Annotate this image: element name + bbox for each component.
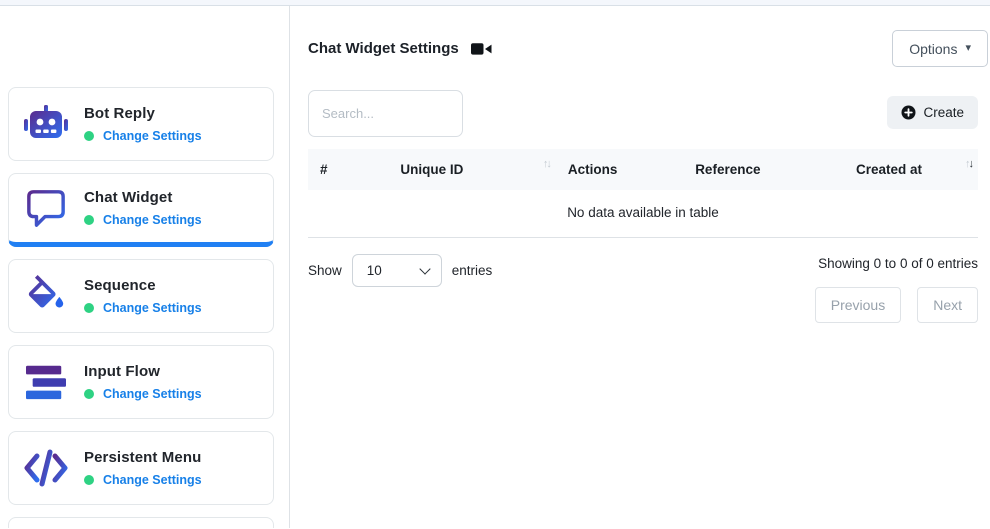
sidebar-item-label: Sequence bbox=[84, 277, 202, 294]
show-label: Show bbox=[308, 263, 342, 278]
sidebar-item-sequence[interactable]: Sequence Change Settings bbox=[8, 259, 274, 333]
page-title: Chat Widget Settings bbox=[308, 40, 459, 57]
column-header-unique-id[interactable]: Unique ID ↑↓ bbox=[388, 149, 556, 190]
page-size-select[interactable]: 10 bbox=[352, 254, 442, 287]
sidebar-item-chat-widget[interactable]: Chat Widget Change Settings bbox=[8, 173, 274, 247]
robot-icon bbox=[23, 104, 69, 144]
empty-message: No data available in table bbox=[308, 190, 978, 238]
sidebar-item-label: Input Flow bbox=[84, 363, 202, 380]
sidebar-item-input-flow[interactable]: Input Flow Change Settings bbox=[8, 345, 274, 419]
change-settings-link[interactable]: Change Settings bbox=[103, 213, 202, 227]
sidebar-item-label: Persistent Menu bbox=[84, 449, 202, 466]
search-input[interactable] bbox=[308, 90, 463, 137]
sidebar-item-label: Chat Widget bbox=[84, 189, 202, 206]
sidebar-item-partial[interactable] bbox=[8, 517, 274, 528]
video-camera-icon bbox=[471, 42, 492, 56]
table-header-row: # Unique ID ↑↓ Actions Reference bbox=[308, 149, 978, 190]
create-button[interactable]: Create bbox=[887, 96, 978, 129]
change-settings-link[interactable]: Change Settings bbox=[103, 301, 202, 315]
sort-icon[interactable]: ↑↓ bbox=[965, 158, 972, 170]
entries-label: entries bbox=[452, 263, 493, 278]
change-settings-link[interactable]: Change Settings bbox=[103, 473, 202, 487]
data-table: # Unique ID ↑↓ Actions Reference bbox=[308, 149, 978, 238]
status-dot bbox=[84, 131, 94, 141]
column-header-index[interactable]: # bbox=[308, 149, 388, 190]
list-bars-icon bbox=[23, 362, 69, 402]
settings-sidebar: Bot Reply Change Settings bbox=[0, 6, 290, 528]
code-icon bbox=[23, 448, 69, 488]
main-content: Chat Widget Settings Options ▾ bbox=[290, 6, 990, 528]
caret-down-icon: ▾ bbox=[965, 43, 971, 54]
options-button[interactable]: Options ▾ bbox=[892, 30, 988, 67]
sidebar-item-label: Bot Reply bbox=[84, 105, 202, 122]
logo-area bbox=[0, 6, 289, 87]
change-settings-link[interactable]: Change Settings bbox=[103, 387, 202, 401]
entries-summary: Showing 0 to 0 of 0 entries bbox=[818, 256, 978, 271]
status-dot bbox=[84, 303, 94, 313]
paint-bucket-icon bbox=[23, 275, 69, 317]
next-button[interactable]: Next bbox=[917, 287, 978, 323]
previous-button[interactable]: Previous bbox=[815, 287, 901, 323]
chat-bubble-icon bbox=[23, 188, 69, 228]
status-dot bbox=[84, 475, 94, 485]
column-header-reference[interactable]: Reference bbox=[683, 149, 844, 190]
change-settings-link[interactable]: Change Settings bbox=[103, 129, 202, 143]
sidebar-item-bot-reply[interactable]: Bot Reply Change Settings bbox=[8, 87, 274, 161]
sort-icon[interactable]: ↑↓ bbox=[543, 158, 550, 170]
status-dot bbox=[84, 215, 94, 225]
column-header-actions[interactable]: Actions bbox=[556, 149, 683, 190]
column-header-created-at[interactable]: Created at ↑↓ bbox=[844, 149, 978, 190]
plus-circle-icon bbox=[901, 105, 916, 120]
status-dot bbox=[84, 389, 94, 399]
empty-row: No data available in table bbox=[308, 190, 978, 238]
sidebar-item-persistent-menu[interactable]: Persistent Menu Change Settings bbox=[8, 431, 274, 505]
app-window: Bot Reply Change Settings bbox=[0, 0, 990, 529]
